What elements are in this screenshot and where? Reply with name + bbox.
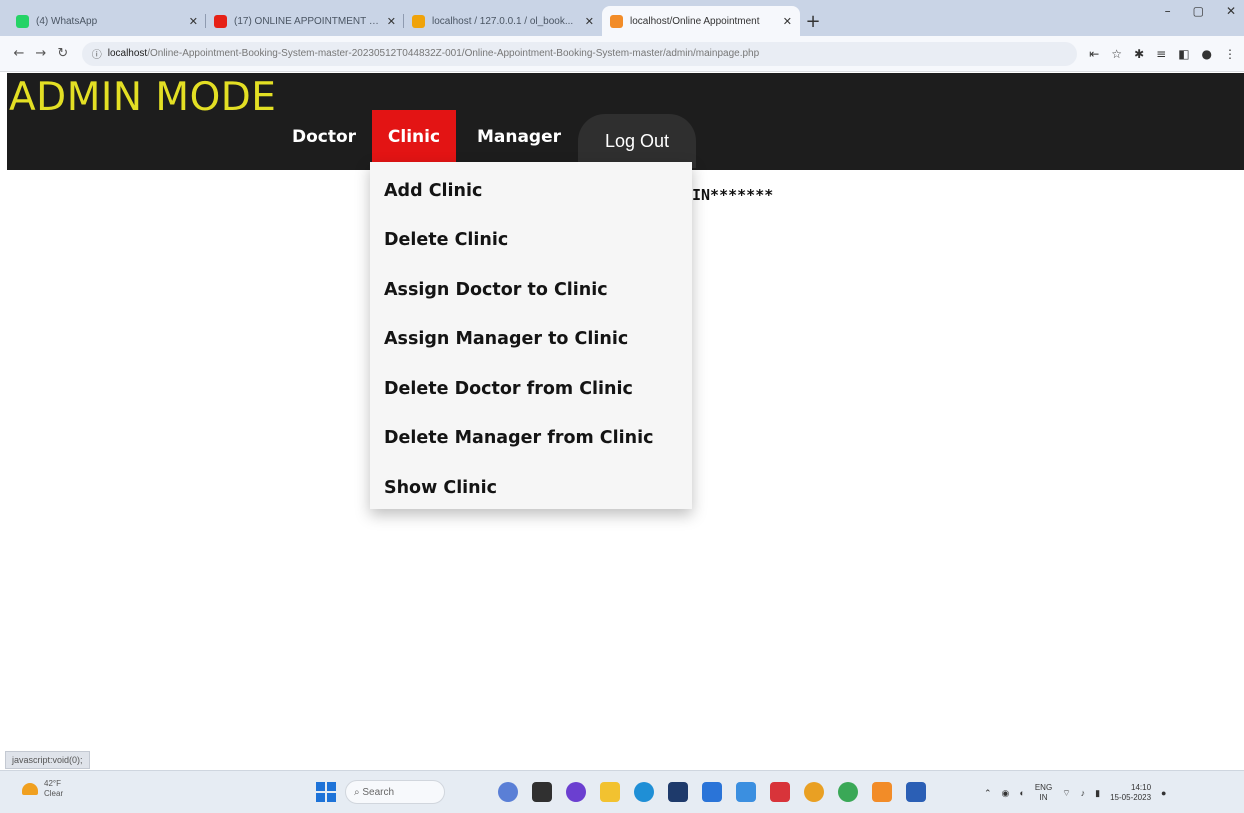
clock-time[interactable]: 14:10: [1110, 783, 1151, 793]
welcome-text: IN*******: [692, 186, 774, 204]
browser-toolbar: ← → ↻ ⓘ localhost /Online-Appointment-Bo…: [0, 36, 1244, 72]
app-icon-9[interactable]: [770, 782, 790, 802]
page-title: ADMIN MODE: [9, 75, 277, 120]
app-icon-6[interactable]: [668, 782, 688, 802]
menu-item-assign-manager[interactable]: Assign Manager to Clinic: [370, 315, 692, 365]
file-explorer-icon[interactable]: [600, 782, 620, 802]
weather-widget[interactable]: 42°F Clear: [22, 779, 63, 799]
weather-desc: Clear: [44, 789, 64, 798]
browser-tab-phpmyadmin[interactable]: localhost / 127.0.0.1 / ol_book... ✕: [404, 6, 602, 36]
logout-button[interactable]: Log Out: [578, 114, 696, 168]
app-icon-10[interactable]: [804, 782, 824, 802]
app-icon-1[interactable]: [498, 782, 518, 802]
search-label: Search: [362, 786, 395, 798]
tray-region[interactable]: IN: [1035, 793, 1052, 803]
menu-item-add-clinic[interactable]: Add Clinic: [370, 166, 692, 216]
edge-icon[interactable]: [634, 782, 654, 802]
star-icon[interactable]: ☆: [1111, 47, 1122, 61]
menu-dots-icon[interactable]: ⋮: [1224, 47, 1236, 61]
close-icon[interactable]: ✕: [189, 15, 198, 28]
tray-icon[interactable]: ◉: [1002, 788, 1010, 799]
maximize-button[interactable]: ▢: [1193, 4, 1204, 18]
new-tab-button[interactable]: +: [800, 6, 826, 36]
menu-item-delete-manager[interactable]: Delete Manager from Clinic: [370, 414, 692, 464]
browser-tab-strip: (4) WhatsApp ✕ (17) ONLINE APPOINTMENT B…: [0, 0, 1244, 36]
extension-puzzle-icon[interactable]: ✱: [1134, 47, 1144, 61]
taskbar-apps: [498, 782, 926, 802]
reload-icon[interactable]: ↻: [52, 46, 74, 61]
taskbar: 42°F Clear ⌕ Search ⌃ ◉ ◐ ENG IN ⌔ ♪ ▮ 1…: [0, 770, 1244, 813]
profile-avatar-icon[interactable]: ●: [1202, 47, 1212, 61]
address-path: /Online-Appointment-Booking-System-maste…: [147, 48, 760, 59]
tray-language[interactable]: ENG: [1035, 783, 1052, 793]
phpmyadmin-icon: [412, 14, 425, 28]
taskbar-search[interactable]: ⌕ Search: [345, 780, 445, 804]
browser-tab-youtube[interactable]: (17) ONLINE APPOINTMENT B... ✕: [206, 6, 404, 36]
sidebar-icon[interactable]: ◧: [1178, 47, 1189, 61]
info-icon[interactable]: ⓘ: [92, 46, 102, 61]
extensions-area: ⇤ ☆ ✱ ≡ ◧ ● ⋮: [1089, 47, 1236, 61]
menu-item-show-clinic[interactable]: Show Clinic: [370, 463, 692, 513]
chevron-up-icon[interactable]: ⌃: [984, 788, 992, 799]
weather-sun-icon: [22, 783, 38, 795]
nav-doctor[interactable]: Doctor: [279, 110, 369, 163]
volume-icon[interactable]: ♪: [1081, 788, 1086, 798]
clock-date[interactable]: 15-05-2023: [1110, 793, 1151, 803]
tab-label: (17) ONLINE APPOINTMENT B...: [234, 15, 381, 27]
word-icon[interactable]: [906, 782, 926, 802]
notification-icon[interactable]: ●: [1161, 788, 1166, 798]
wifi-icon[interactable]: ⌔: [1062, 788, 1070, 799]
menu-item-delete-doctor[interactable]: Delete Doctor from Clinic: [370, 364, 692, 414]
close-icon[interactable]: ✕: [783, 15, 792, 28]
page-icon: [610, 14, 623, 28]
windows-start-icon[interactable]: [316, 782, 336, 802]
battery-icon[interactable]: ▮: [1095, 788, 1100, 799]
forward-icon[interactable]: →: [30, 46, 52, 61]
address-host: localhost: [107, 48, 148, 59]
browser-tab-appointment[interactable]: localhost/Online Appointment ✕: [602, 6, 800, 36]
app-icon-7[interactable]: [702, 782, 722, 802]
search-icon: ⌕: [354, 786, 363, 798]
tab-label: localhost / 127.0.0.1 / ol_book...: [432, 15, 574, 27]
close-icon[interactable]: ✕: [387, 15, 396, 28]
close-window-button[interactable]: ✕: [1226, 4, 1236, 18]
share-icon[interactable]: ⇤: [1089, 47, 1099, 61]
youtube-icon: [214, 14, 227, 28]
window-controls: – ▢ ✕: [1165, 4, 1236, 18]
reading-list-icon[interactable]: ≡: [1156, 47, 1166, 61]
app-icon-2[interactable]: [532, 782, 552, 802]
minimize-button[interactable]: –: [1165, 4, 1171, 18]
vscode-icon[interactable]: [736, 782, 756, 802]
address-bar[interactable]: ⓘ localhost /Online-Appointment-Booking-…: [81, 41, 1078, 66]
weather-temp: 42°F: [44, 779, 61, 788]
system-tray: ⌃ ◉ ◐ ENG IN ⌔ ♪ ▮ 14:10 15-05-2023 ●: [984, 783, 1166, 803]
clinic-dropdown-menu: Add Clinic Delete Clinic Assign Doctor t…: [370, 162, 692, 509]
browser-tab-whatsapp[interactable]: (4) WhatsApp ✕: [8, 6, 206, 36]
menu-item-delete-clinic[interactable]: Delete Clinic: [370, 216, 692, 266]
tab-label: (4) WhatsApp: [36, 15, 98, 27]
chrome-icon[interactable]: [838, 782, 858, 802]
xampp-icon[interactable]: [872, 782, 892, 802]
tray-icon[interactable]: ◐: [1019, 788, 1024, 798]
tab-label: localhost/Online Appointment: [630, 15, 760, 27]
menu-item-assign-doctor[interactable]: Assign Doctor to Clinic: [370, 265, 692, 315]
back-icon[interactable]: ←: [8, 46, 30, 61]
nav-manager[interactable]: Manager: [460, 110, 578, 163]
status-url: javascript:void(0);: [5, 751, 90, 769]
app-icon-3[interactable]: [566, 782, 586, 802]
nav-clinic[interactable]: Clinic: [372, 110, 456, 163]
whatsapp-icon: [16, 14, 29, 28]
admin-header: ADMIN MODE Doctor Clinic Manager Log Out: [7, 73, 1244, 170]
close-icon[interactable]: ✕: [585, 15, 594, 28]
